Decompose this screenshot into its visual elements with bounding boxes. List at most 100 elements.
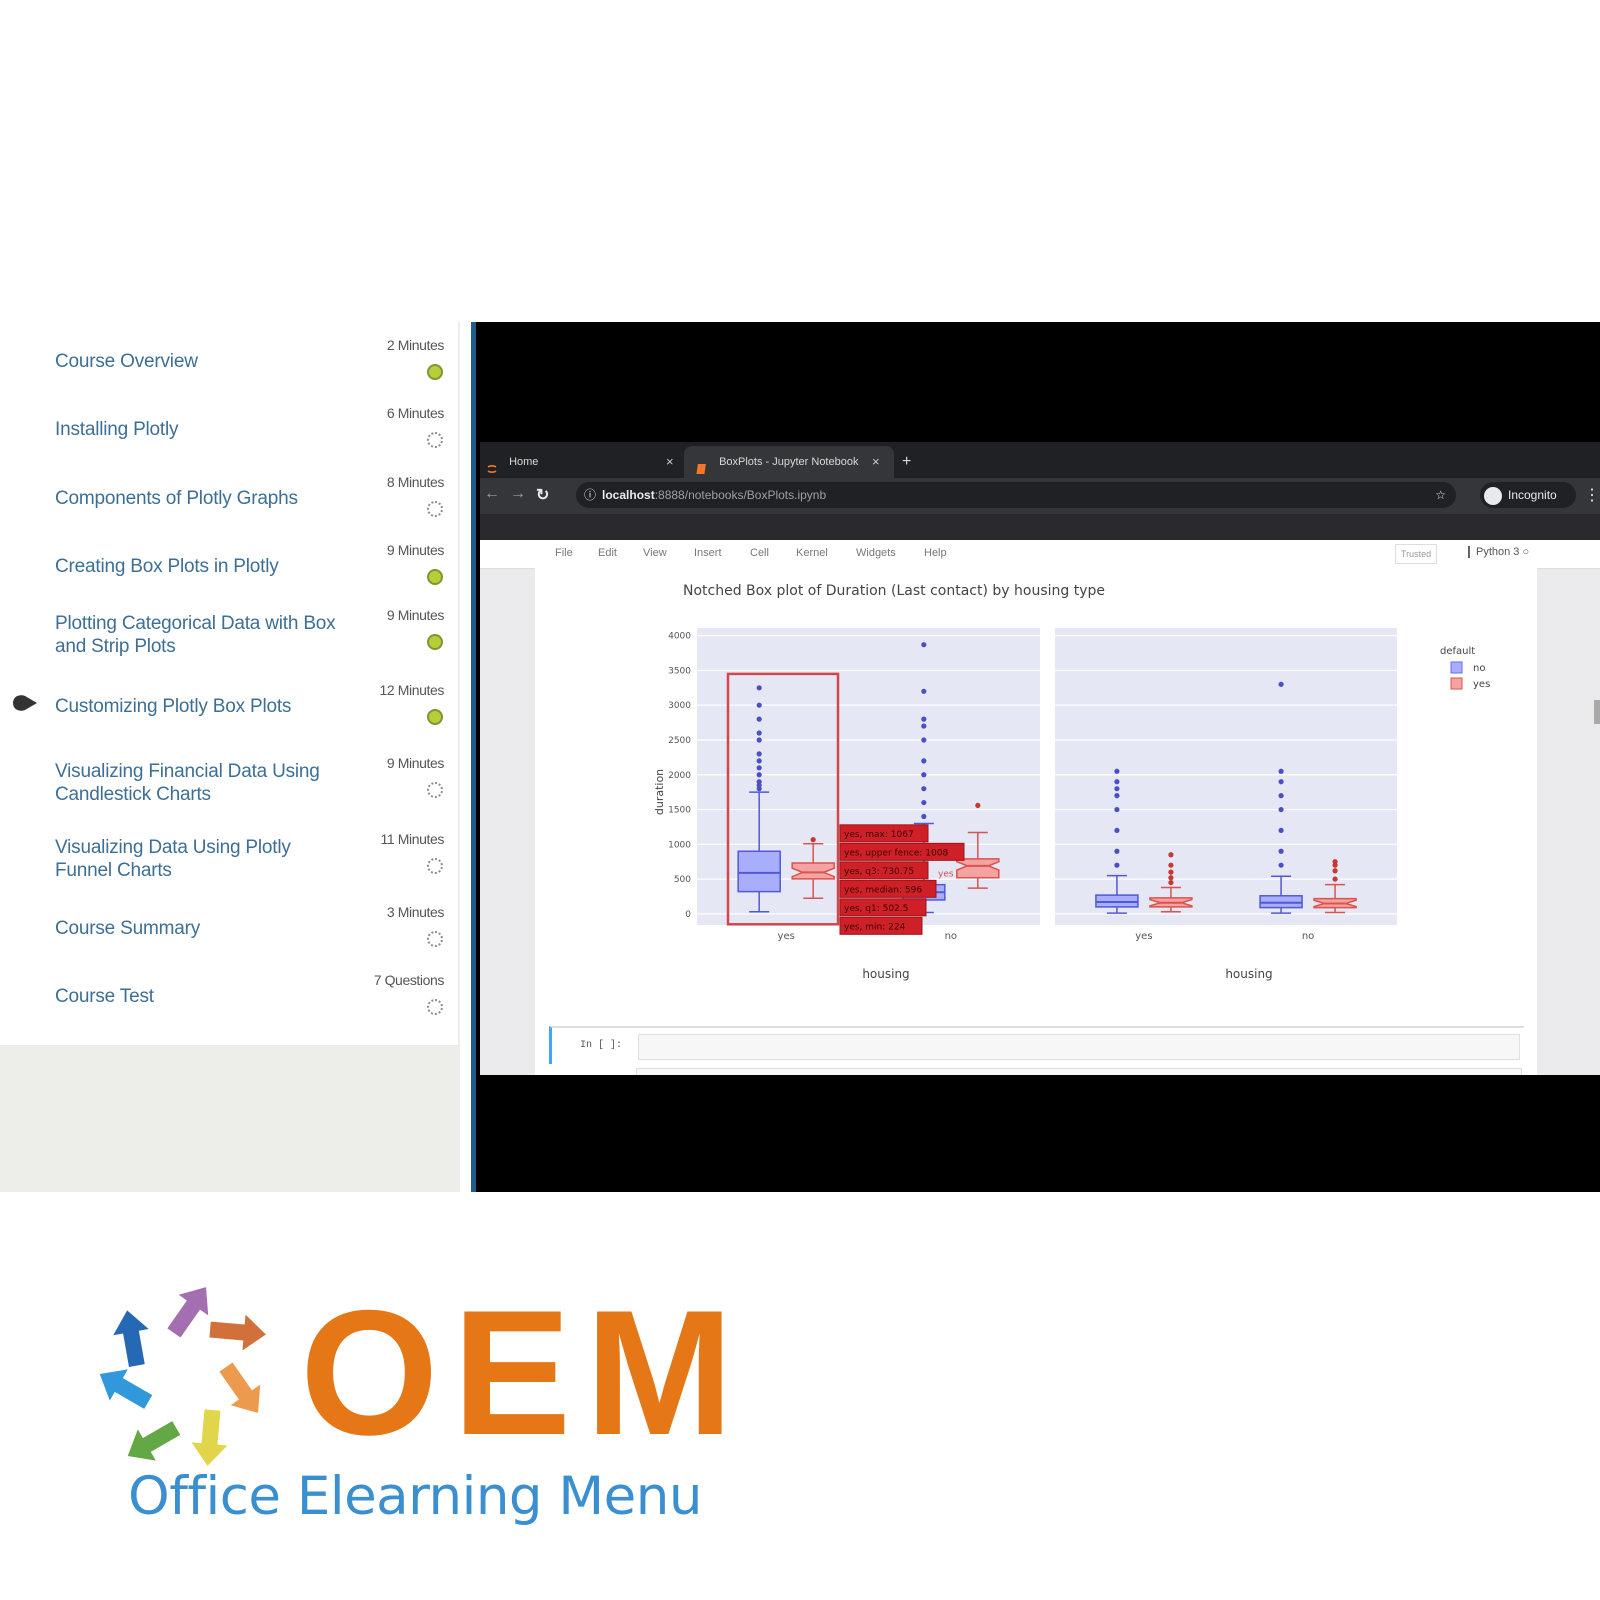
box-deposit-no-yes-default-yes-outlier-point[interactable] [1168,869,1174,875]
box-deposit-no-no-default-no[interactable] [1259,895,1303,909]
box-deposit-no-yes-default-no-outlier-point[interactable] [1114,806,1120,813]
box-deposit-yes-no-default-no-outlier-point[interactable] [921,737,927,743]
box-plot-chart[interactable]: Notched Box plot of Duration (Last conta… [535,580,1537,1000]
box-deposit-yes-no-default-no-outlier-point[interactable] [921,723,927,729]
course-item-title[interactable]: Visualizing Data Using Plotly Funnel Cha… [55,836,345,882]
box-deposit-yes-no-default-yes-outlier-point[interactable] [975,802,981,808]
box-deposit-no-no-default-no-outlier-point[interactable] [1278,806,1284,813]
next-cell-input[interactable] [636,1068,1522,1075]
browser-menu-icon[interactable]: ⋮ [1584,485,1600,505]
legend[interactable]: default no yes [1440,646,1490,690]
box-deposit-no-yes-default-yes-outlier-point[interactable] [1168,852,1174,858]
box-deposit-yes-yes-default-no-outlier-point[interactable] [756,772,762,778]
box-deposit-yes-yes-default-no-outlier-point[interactable] [756,765,762,771]
box-deposit-yes-yes-default-no[interactable] [737,850,781,893]
box-deposit-yes-no-default-yes[interactable] [956,858,1000,879]
menu-file[interactable]: File [555,547,573,559]
box-deposit-yes-yes-default-no-outlier-point[interactable] [756,716,762,722]
box-deposit-no-yes-default-no-outlier-point[interactable] [1114,862,1120,868]
bookmark-star-icon[interactable]: ☆ [1435,482,1446,508]
box-deposit-no-no-default-no-outlier-point[interactable] [1278,793,1284,799]
new-tab-button[interactable]: + [902,446,911,478]
box-deposit-yes-no-default-no-outlier-point[interactable] [921,799,927,806]
incognito-profile[interactable]: Incognito [1480,482,1576,508]
course-item-title[interactable]: Visualizing Financial Data Using Candles… [55,760,345,806]
course-item-title[interactable]: Components of Plotly Graphs [55,487,345,510]
course-item-title[interactable]: Course Test [55,985,345,1008]
course-item[interactable]: Course Test 7 Questions [0,972,458,1045]
box-deposit-no-yes-default-no-outlier-point[interactable] [1114,779,1120,785]
box-deposit-yes-no-default-no-outlier-point[interactable] [921,642,927,648]
course-item[interactable]: Visualizing Data Using Plotly Funnel Cha… [0,831,458,904]
box-deposit-no-yes-default-yes-outlier-point[interactable] [1168,879,1174,886]
box-deposit-no-yes-default-yes-outlier-point[interactable] [1168,875,1174,881]
box-deposit-no-yes-default-yes-outlier-point[interactable] [1168,862,1174,868]
box-deposit-yes-yes-default-no-outlier-point[interactable] [756,685,762,691]
course-item[interactable]: Course Overview 2 Minutes [0,337,458,410]
menu-kernel[interactable]: Kernel [796,547,828,559]
reload-icon[interactable]: ↻ [536,485,549,505]
box-deposit-yes-yes-default-no-outlier-point[interactable] [756,730,762,736]
box-deposit-yes-yes-default-yes[interactable] [791,862,835,880]
tab-boxplots[interactable]: BoxPlots - Jupyter Notebook × [684,446,894,478]
box-deposit-no-yes-default-no-outlier-point[interactable] [1114,827,1120,834]
box-deposit-yes-no-default-no-outlier-point[interactable] [921,813,927,820]
legend-label-no[interactable]: no [1473,663,1485,674]
box-deposit-yes-no-default-no-outlier-point[interactable] [921,716,927,722]
tab-home[interactable]: Home × [486,446,686,478]
course-item-title[interactable]: Customizing Plotly Box Plots [55,695,345,718]
box-deposit-no-yes-default-no[interactable] [1095,894,1139,908]
box-deposit-yes-no-default-no-outlier-point[interactable] [921,688,927,694]
box-deposit-no-no-default-yes-outlier-point[interactable] [1332,876,1338,882]
box-deposit-yes-yes-default-no-outlier-point[interactable] [756,702,762,708]
box-deposit-no-yes-default-no-outlier-point[interactable] [1114,768,1120,774]
plot-area-deposit-no[interactable] [1055,628,1397,925]
box-deposit-yes-yes-default-no-outlier-point[interactable] [756,751,762,757]
url-input[interactable]: ⓘ localhost:8888/notebooks/BoxPlots.ipynb… [576,482,1456,508]
course-item[interactable]: Course Summary 3 Minutes [0,904,458,977]
menu-cell[interactable]: Cell [750,547,769,559]
box-deposit-no-no-default-no-outlier-point[interactable] [1278,768,1284,774]
legend-label-yes[interactable]: yes [1473,679,1490,690]
box-deposit-no-no-default-yes-outlier-point[interactable] [1332,868,1338,874]
menu-widgets[interactable]: Widgets [856,547,896,559]
box-deposit-no-no-default-no-outlier-point[interactable] [1278,862,1284,868]
box-deposit-no-no-default-yes-outlier-point[interactable] [1332,859,1338,865]
box-deposit-yes-yes-default-no-outlier-point[interactable] [756,779,762,785]
menu-edit[interactable]: Edit [598,547,617,559]
code-cell[interactable]: In [ ]: [549,1026,1524,1064]
course-item[interactable]: Components of Plotly Graphs 8 Minutes [0,474,458,547]
box-deposit-yes-no-default-no-outlier-point[interactable] [921,772,927,778]
trusted-badge[interactable]: Trusted [1395,544,1437,564]
box-deposit-no-yes-default-no-outlier-point[interactable] [1114,848,1120,854]
box-deposit-no-no-default-no-outlier-point[interactable] [1278,681,1284,687]
box-deposit-yes-no-default-no-outlier-point[interactable] [921,786,927,792]
forward-icon[interactable]: → [510,485,526,503]
box-deposit-yes-yes-default-no-outlier-point[interactable] [756,737,762,743]
box-deposit-yes-yes-default-yes-outlier-point[interactable] [810,837,816,843]
box-deposit-no-no-default-no-outlier-point[interactable] [1278,848,1284,854]
tab-home-close-icon[interactable]: × [666,446,674,478]
box-deposit-yes-no-default-no-outlier-point[interactable] [921,758,927,764]
course-item-title[interactable]: Installing Plotly [55,418,345,441]
scrollbar-thumb[interactable] [1594,700,1600,724]
course-item-title[interactable]: Plotting Categorical Data with Box and S… [55,612,345,658]
menu-help[interactable]: Help [924,547,947,559]
back-icon[interactable]: ← [484,485,500,503]
course-item-title[interactable]: Creating Box Plots in Plotly [55,555,345,578]
course-item[interactable]: Creating Box Plots in Plotly 9 Minutes [0,542,458,615]
box-deposit-yes-yes-default-no-outlier-point[interactable] [756,758,762,764]
course-item-title[interactable]: Course Overview [55,350,345,373]
course-item[interactable]: Plotting Categorical Data with Box and S… [0,607,458,680]
box-deposit-no-yes-default-no-outlier-point[interactable] [1114,793,1120,799]
course-item-title[interactable]: Course Summary [55,917,345,940]
menu-insert[interactable]: Insert [694,547,722,559]
box-deposit-no-no-default-no-outlier-point[interactable] [1278,779,1284,785]
menu-view[interactable]: View [643,547,667,559]
tab-boxplots-close-icon[interactable]: × [872,446,880,478]
box-deposit-no-no-default-no-outlier-point[interactable] [1278,827,1284,834]
box-deposit-no-yes-default-no-outlier-point[interactable] [1114,786,1120,792]
course-item[interactable]: Visualizing Financial Data Using Candles… [0,755,458,828]
cell-input[interactable] [638,1034,1520,1060]
course-item[interactable]: Installing Plotly 6 Minutes [0,405,458,478]
